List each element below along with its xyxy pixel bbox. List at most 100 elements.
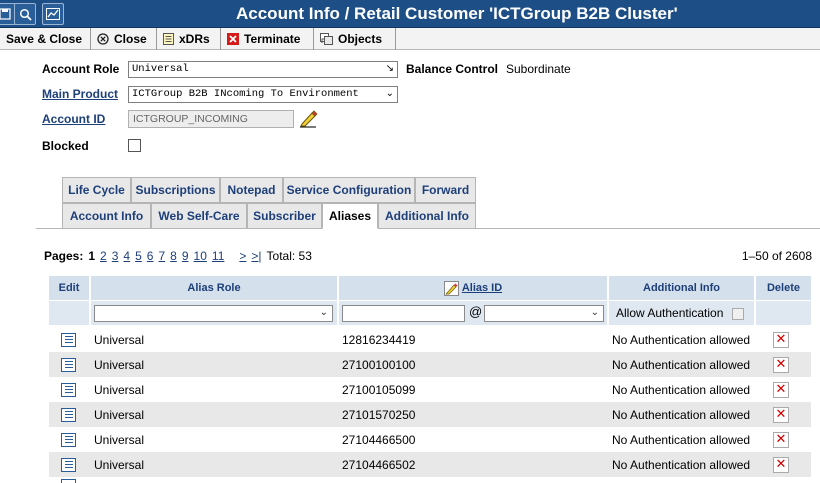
- terminate-button[interactable]: Terminate: [221, 28, 314, 50]
- additional-info-cell: No Authentication allowed: [612, 332, 751, 347]
- blocked-label: Blocked: [42, 139, 89, 153]
- next-page-link[interactable]: >: [239, 249, 246, 263]
- header-alias-id[interactable]: Alias ID: [339, 276, 607, 300]
- tab-account-info[interactable]: Account Info: [62, 203, 151, 229]
- objects-label: Objects: [338, 32, 383, 46]
- xdrs-label: xDRs: [179, 32, 210, 46]
- close-label: Close: [114, 32, 147, 46]
- account-role-select[interactable]: Universal ↘: [128, 61, 398, 78]
- delete-icon[interactable]: ✕: [773, 456, 789, 473]
- table-row: Universal 27100105099 No Authentication …: [49, 377, 811, 402]
- filter-cell-alias-role: ⌄: [91, 301, 337, 325]
- tab-forward[interactable]: Forward: [415, 177, 476, 203]
- page-link-9[interactable]: 9: [182, 249, 189, 263]
- filter-cell-alias-id: @ ⌄: [339, 301, 607, 325]
- pagination: Pages: 1 2 3 4 5 6 7 8 9 10 11 > >| Tota…: [44, 249, 312, 263]
- alias-id-cell: 27104466502: [342, 457, 416, 472]
- page-link-7[interactable]: 7: [158, 249, 165, 263]
- tab-additional-info[interactable]: Additional Info: [378, 203, 476, 229]
- alias-id-cell: 27100100100: [342, 357, 416, 372]
- tab-notepad[interactable]: Notepad: [220, 177, 283, 203]
- edit-icon[interactable]: [61, 382, 76, 397]
- blocked-checkbox[interactable]: [128, 139, 141, 152]
- table-row: Universal 27101570250 No Authentication …: [49, 402, 811, 427]
- domain-filter-select[interactable]: ⌄: [484, 305, 604, 322]
- filter-cell-additional-info: Allow Authentication: [609, 301, 754, 325]
- allow-auth-label: Allow Authentication: [616, 306, 724, 320]
- current-page: 1: [88, 249, 96, 263]
- account-role-value: Universal: [132, 63, 189, 75]
- page-link-4[interactable]: 4: [123, 249, 130, 263]
- table-row: Universal 27100100100 No Authentication …: [49, 352, 811, 377]
- title-bar: Account Info / Retail Customer 'ICTGroup…: [0, 0, 820, 28]
- header-additional-info: Additional Info: [609, 276, 754, 300]
- objects-icon: [320, 33, 333, 45]
- additional-info-cell: No Authentication allowed: [612, 432, 751, 447]
- tab-subscriptions[interactable]: Subscriptions: [131, 177, 220, 203]
- chevron-down-icon: ⌄: [319, 307, 328, 318]
- total-count: Total: 53: [266, 249, 312, 263]
- header-alias-role: Alias Role: [91, 276, 337, 300]
- main-product-link[interactable]: Main Product: [42, 87, 118, 101]
- objects-button[interactable]: Objects: [314, 28, 396, 50]
- balance-control-label: Balance Control: [406, 62, 499, 76]
- table-row: Universal 27104466500 No Authentication …: [49, 427, 811, 452]
- filter-cell-edit: [49, 301, 89, 325]
- xdrs-button[interactable]: xDRs: [157, 28, 221, 50]
- allow-auth-checkbox[interactable]: [732, 308, 744, 320]
- tab-life-cycle[interactable]: Life Cycle: [62, 177, 131, 203]
- delete-icon[interactable]: ✕: [773, 431, 789, 448]
- tab-subscriber[interactable]: Subscriber: [247, 203, 322, 229]
- additional-info-cell: No Authentication allowed: [612, 457, 751, 472]
- pencil-edit-icon[interactable]: [298, 109, 318, 132]
- page-title: Account Info / Retail Customer 'ICTGroup…: [236, 4, 678, 23]
- sort-pencil-icon: [443, 280, 459, 296]
- edit-icon[interactable]: [61, 357, 76, 372]
- account-id-field: ICTGROUP_INCOMING: [128, 110, 294, 128]
- balance-control-value: Subordinate: [506, 62, 571, 76]
- alias-id-filter-input[interactable]: [342, 305, 465, 322]
- edit-icon[interactable]: [61, 332, 76, 347]
- filter-cell-delete: [756, 301, 811, 325]
- tab-web-self-care[interactable]: Web Self-Care: [151, 203, 247, 229]
- close-button[interactable]: Close: [91, 28, 157, 50]
- edit-icon[interactable]: [61, 457, 76, 472]
- alias-id-cell: 12816234419: [342, 332, 416, 347]
- edit-icon[interactable]: [61, 407, 76, 422]
- page-link-10[interactable]: 10: [194, 249, 207, 263]
- tab-service-configuration[interactable]: Service Configuration: [283, 177, 415, 203]
- alias-role-cell: Universal: [94, 382, 145, 397]
- delete-icon[interactable]: ✕: [773, 356, 789, 373]
- alias-id-cell: 27101570250: [342, 407, 416, 422]
- last-page-link[interactable]: >|: [251, 249, 261, 263]
- dropdown-arrow-icon: ↘: [385, 63, 394, 74]
- toolbar: Save & Close Close xDRs Terminate Object…: [0, 28, 820, 50]
- main-product-value: ICTGroup B2B INcoming To Environment: [132, 88, 359, 100]
- save-close-button[interactable]: Save & Close: [0, 28, 91, 50]
- page-link-11[interactable]: 11: [212, 249, 224, 263]
- tab-aliases[interactable]: Aliases: [322, 203, 378, 229]
- page-link-6[interactable]: 6: [147, 249, 154, 263]
- page-link-8[interactable]: 8: [170, 249, 177, 263]
- additional-info-cell: No Authentication allowed: [612, 382, 751, 397]
- alias-role-cell: Universal: [94, 357, 145, 372]
- page-link-5[interactable]: 5: [135, 249, 142, 263]
- delete-icon[interactable]: ✕: [773, 406, 789, 423]
- header-edit: Edit: [49, 276, 89, 300]
- edit-icon-partial: [61, 479, 76, 483]
- search-icon[interactable]: [14, 3, 36, 25]
- account-id-link[interactable]: Account ID: [42, 112, 105, 126]
- alias-role-filter-select[interactable]: ⌄: [94, 305, 333, 322]
- main-product-select[interactable]: ICTGroup B2B INcoming To Environment ⌄: [128, 86, 398, 103]
- chevron-down-icon: ⌄: [590, 307, 599, 318]
- additional-info-cell: No Authentication allowed: [612, 357, 751, 372]
- page-link-2[interactable]: 2: [100, 249, 107, 263]
- page-link-3[interactable]: 3: [112, 249, 119, 263]
- close-circle-icon: [97, 33, 109, 45]
- delete-icon[interactable]: ✕: [773, 381, 789, 398]
- table-row: Universal 27104466502 No Authentication …: [49, 452, 811, 477]
- delete-icon[interactable]: ✕: [773, 331, 789, 348]
- account-role-label: Account Role: [42, 62, 120, 76]
- edit-icon[interactable]: [61, 432, 76, 447]
- chart-icon[interactable]: [42, 3, 64, 25]
